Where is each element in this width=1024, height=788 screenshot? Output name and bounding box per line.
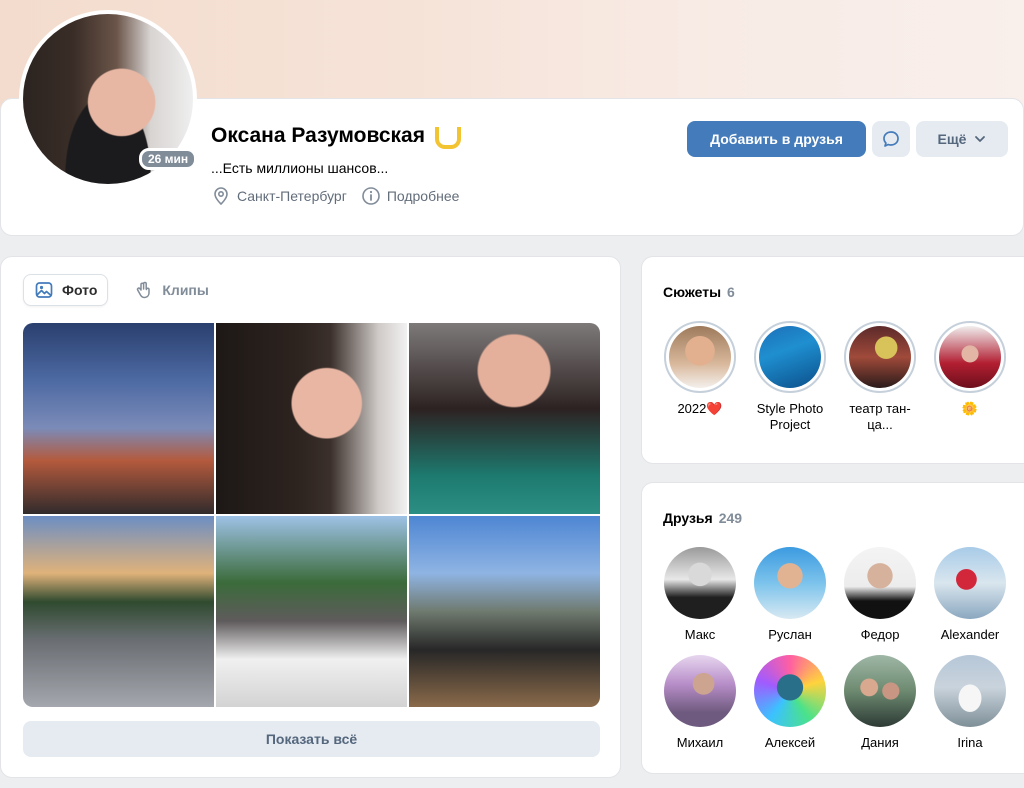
photo-thumbnail[interactable] — [216, 323, 407, 514]
story-cover — [849, 326, 911, 388]
story-label: театр тан-ца... — [849, 401, 911, 432]
friend-name: Алексей — [764, 735, 816, 750]
friend-item[interactable]: Федор — [838, 547, 922, 642]
stories-title-label: Сюжеты — [663, 284, 722, 300]
story-cover — [759, 326, 821, 388]
details-link[interactable]: Подробнее — [361, 186, 460, 206]
friend-avatar — [934, 547, 1006, 619]
info-icon — [362, 187, 380, 205]
more-label: Ещё — [937, 131, 967, 147]
clips-icon — [137, 281, 151, 299]
friends-title-label: Друзья — [663, 510, 713, 526]
friend-name: Михаил — [676, 735, 724, 750]
tab-photos-label: Фото — [62, 282, 98, 298]
friend-avatar — [844, 547, 916, 619]
profile-name: Оксана Разумовская — [211, 124, 425, 147]
story-item[interactable]: 🌼 — [928, 321, 1012, 417]
friend-item[interactable]: Alexander — [928, 547, 1012, 642]
photos-card: Фото Клипы Показать всё — [0, 256, 621, 778]
photo-thumbnail[interactable] — [23, 323, 214, 514]
chevron-down-icon — [975, 136, 986, 142]
photo-thumbnail[interactable] — [409, 516, 600, 707]
friend-avatar — [934, 655, 1006, 727]
friend-avatar — [844, 655, 916, 727]
show-all-photos-button[interactable]: Показать всё — [23, 721, 600, 757]
story-ring — [844, 321, 916, 393]
photo-thumbnail[interactable] — [216, 516, 407, 707]
message-icon — [883, 131, 899, 147]
friend-avatar — [664, 655, 736, 727]
city-label: Санкт-Петербург — [237, 188, 347, 204]
friends-card: Друзья 249 Макс Руслан Федор Alexander Ми… — [641, 482, 1024, 774]
friend-item[interactable]: Макс — [658, 547, 742, 642]
friends-count: 249 — [718, 510, 743, 526]
profile-name-row: Оксана Разумовская — [211, 124, 461, 149]
friend-name: Руслан — [768, 627, 812, 642]
friend-name: Макс — [684, 627, 716, 642]
story-label: Style Photo Project — [756, 401, 824, 432]
add-friend-button[interactable]: Добавить в друзья — [687, 121, 866, 157]
profile-status: ...Есть миллионы шансов... — [211, 160, 389, 176]
photo-grid — [23, 323, 600, 707]
photo-icon — [35, 282, 53, 298]
friend-item[interactable]: Алексей — [748, 655, 832, 750]
prometheus-icon[interactable] — [433, 125, 461, 149]
friend-item[interactable]: Руслан — [748, 547, 832, 642]
media-tabs: Фото Клипы — [23, 274, 219, 306]
story-item[interactable]: театр тан-ца... — [838, 321, 922, 433]
stories-count: 6 — [727, 284, 735, 300]
story-ring — [664, 321, 736, 393]
story-cover — [669, 326, 731, 388]
more-button[interactable]: Ещё — [916, 121, 1008, 157]
story-cover — [939, 326, 1001, 388]
tab-photos[interactable]: Фото — [23, 274, 109, 306]
details-label: Подробнее — [386, 188, 460, 204]
profile-meta: Санкт-Петербург Подробнее — [211, 186, 459, 206]
photo-thumbnail[interactable] — [409, 323, 600, 514]
message-button[interactable] — [872, 121, 910, 157]
online-status-badge: 26 мин — [139, 148, 198, 170]
friend-item[interactable]: Михаил — [658, 655, 742, 750]
tab-clips[interactable]: Клипы — [124, 274, 218, 306]
story-item[interactable]: 2022❤️ — [658, 321, 742, 417]
story-label: 🌼 — [961, 401, 979, 416]
stories-title[interactable]: Сюжеты 6 — [663, 284, 735, 300]
photo-thumbnail[interactable] — [23, 516, 214, 707]
story-item[interactable]: Style Photo Project — [748, 321, 832, 433]
location-pin-icon — [214, 187, 228, 206]
friend-avatar — [754, 547, 826, 619]
friends-title[interactable]: Друзья 249 — [663, 510, 742, 526]
friend-item[interactable]: Дания — [838, 655, 922, 750]
friend-name: Дания — [861, 735, 899, 750]
story-ring — [754, 321, 826, 393]
friend-item[interactable]: Irina — [928, 655, 1012, 750]
tab-clips-label: Клипы — [162, 282, 209, 298]
story-ring — [934, 321, 1006, 393]
location-item: Санкт-Петербург — [211, 186, 347, 206]
friend-name: Alexander — [940, 627, 1000, 642]
friend-name: Федор — [860, 627, 900, 642]
friend-name: Irina — [957, 735, 983, 750]
story-label: 2022❤️ — [677, 401, 723, 416]
friend-avatar — [664, 547, 736, 619]
stories-card: Сюжеты 6 2022❤️ Style Photo Project театр… — [641, 256, 1024, 464]
friend-avatar — [754, 655, 826, 727]
